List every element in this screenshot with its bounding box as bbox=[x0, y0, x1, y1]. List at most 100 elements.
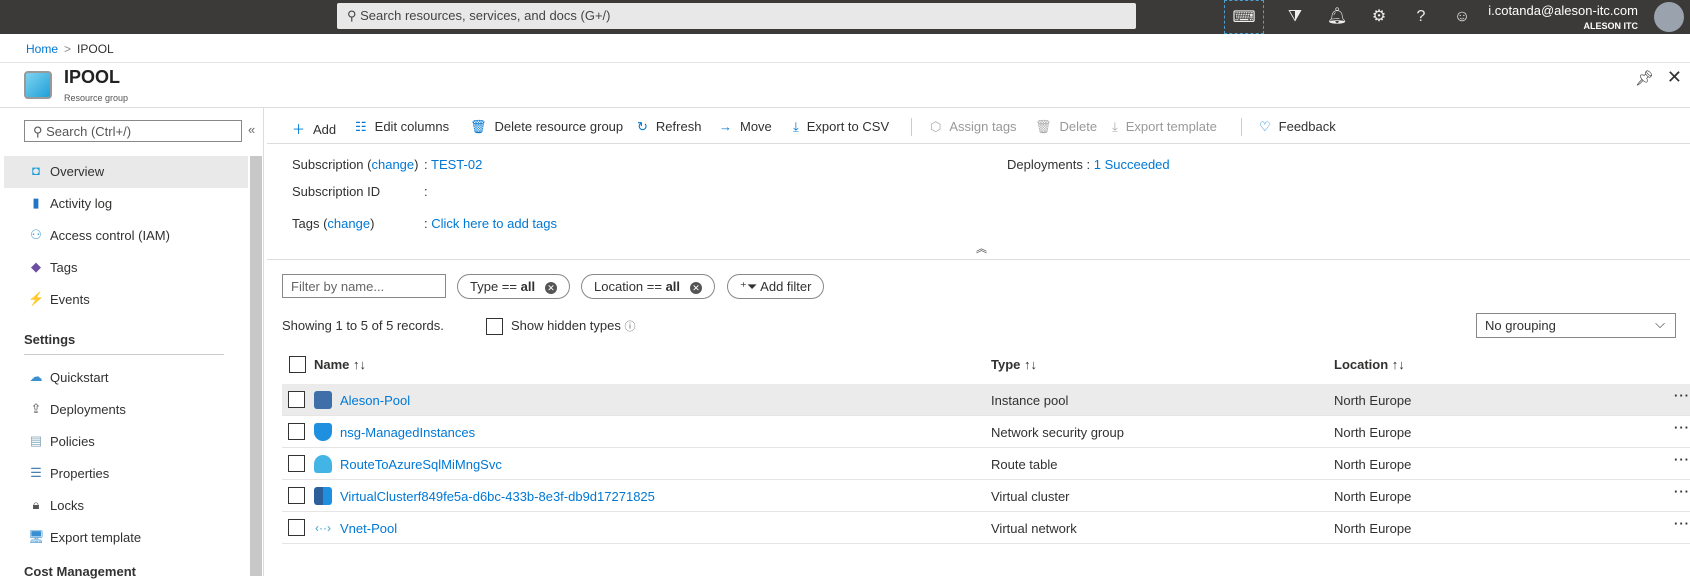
export-template-button[interactable]: ⤓ Export template bbox=[1112, 119, 1217, 135]
more-options-icon[interactable]: ··· bbox=[1674, 484, 1690, 499]
export-csv-button[interactable]: ⤓ Export to CSV bbox=[793, 119, 889, 135]
divider bbox=[911, 118, 912, 136]
trash-icon: 🗑︎ bbox=[470, 119, 487, 134]
refresh-button[interactable]: ↻ Refresh bbox=[637, 119, 701, 135]
upload-icon: ⇪ bbox=[30, 401, 42, 416]
sidebar-item-locks[interactable]: 🔒︎ Locks bbox=[4, 490, 248, 522]
sidebar-item-deployments[interactable]: ⇪ Deployments bbox=[4, 394, 248, 426]
column-header-name[interactable]: Name ↑↓ bbox=[314, 357, 366, 372]
search-icon: ⚲ bbox=[347, 8, 361, 23]
grouping-select[interactable]: No grouping ⌵ bbox=[1476, 313, 1676, 338]
activity-log-icon: ▮ bbox=[32, 195, 40, 210]
column-header-type[interactable]: Type ↑↓ bbox=[991, 357, 1037, 372]
subscription-change-link[interactable]: change bbox=[371, 157, 414, 172]
table-row[interactable]: VirtualClusterf849fe5a-d6bc-433b-8e3f-db… bbox=[282, 480, 1690, 512]
column-header-location[interactable]: Location ↑↓ bbox=[1334, 357, 1405, 372]
info-icon[interactable]: ⓘ bbox=[624, 321, 635, 333]
add-tags-link[interactable]: Click here to add tags bbox=[431, 216, 557, 231]
deployments-link[interactable]: 1 Succeeded bbox=[1094, 157, 1170, 172]
row-checkbox[interactable] bbox=[288, 455, 305, 472]
select-all-checkbox[interactable] bbox=[289, 356, 306, 373]
help-icon[interactable]: ? bbox=[1406, 4, 1436, 30]
overview-icon: ◘ bbox=[32, 163, 40, 178]
type-filter-pill[interactable]: Type == all ✕ bbox=[457, 274, 571, 299]
remove-filter-icon[interactable]: ✕ bbox=[545, 282, 558, 294]
filter-by-name-input[interactable]: Filter by name... bbox=[282, 274, 446, 298]
delete-resource-group-button[interactable]: 🗑︎ Delete resource group bbox=[470, 119, 623, 135]
page-title: IPOOL bbox=[64, 67, 121, 87]
table-row[interactable]: ‹··› Vnet-Pool Virtual network North Europe… bbox=[282, 512, 1690, 544]
show-hidden-types-toggle[interactable]: Show hidden types ⓘ bbox=[486, 318, 635, 336]
tag-icon: ◆ bbox=[31, 259, 41, 274]
delete-button[interactable]: 🗑︎ Delete bbox=[1035, 119, 1097, 135]
add-filter-button[interactable]: ⁺⏷ Add filter bbox=[727, 274, 825, 299]
resource-name-link[interactable]: nsg-ManagedInstances bbox=[340, 425, 475, 440]
sidebar-scrollbar[interactable] bbox=[250, 156, 262, 576]
avatar[interactable] bbox=[1654, 2, 1684, 32]
settings-gear-icon[interactable]: ⚙ bbox=[1364, 4, 1394, 30]
table-row[interactable]: RouteToAzureSqlMiMngSvc Route table North … bbox=[282, 448, 1690, 480]
divider bbox=[24, 354, 224, 355]
global-search-input[interactable]: ⚲ Search resources, services, and docs (… bbox=[337, 3, 1136, 29]
columns-icon: ☷ bbox=[355, 119, 367, 134]
sidebar-item-policies[interactable]: ▤ Policies bbox=[4, 426, 248, 458]
pin-icon[interactable]: 📌︎ bbox=[1635, 69, 1654, 87]
sidebar-item-activity-log[interactable]: ▮ Activity log bbox=[4, 188, 248, 220]
assign-tags-button[interactable]: ⬡ Assign tags bbox=[930, 119, 1017, 135]
breadcrumb-home[interactable]: Home bbox=[26, 42, 58, 56]
location-filter-pill[interactable]: Location == all ✕ bbox=[581, 274, 716, 299]
close-icon[interactable]: ✕ bbox=[1667, 67, 1682, 88]
sidebar-item-tags[interactable]: ◆ Tags bbox=[4, 252, 248, 284]
more-options-icon[interactable]: ··· bbox=[1674, 452, 1690, 467]
resource-name-link[interactable]: VirtualClusterf849fe5a-d6bc-433b-8e3f-db… bbox=[340, 489, 655, 504]
directory-filter-icon[interactable]: ⧩ bbox=[1280, 4, 1310, 30]
virtual-cluster-icon bbox=[314, 487, 332, 505]
tags-change-link[interactable]: change bbox=[327, 216, 370, 231]
resource-name-link[interactable]: Vnet-Pool bbox=[340, 521, 397, 536]
table-row[interactable]: nsg-ManagedInstances Network security gro… bbox=[282, 416, 1690, 448]
resource-group-icon bbox=[24, 71, 52, 99]
subscription-id-colon: : bbox=[424, 184, 428, 199]
row-checkbox[interactable] bbox=[288, 487, 305, 504]
blade-header: IPOOL Resource group 📌︎ ✕ bbox=[0, 62, 1690, 108]
download-icon: ⤓ bbox=[793, 119, 799, 134]
row-checkbox[interactable] bbox=[288, 423, 305, 440]
more-options-icon[interactable]: ··· bbox=[1674, 420, 1690, 435]
resource-name-link[interactable]: Aleson-Pool bbox=[340, 393, 410, 408]
sidebar-search-input[interactable]: ⚲ Search (Ctrl+/) bbox=[24, 120, 242, 142]
sidebar-item-overview[interactable]: ◘ Overview bbox=[4, 156, 248, 188]
feedback-smiley-icon[interactable]: ☺ bbox=[1447, 4, 1477, 30]
breadcrumb-current: IPOOL bbox=[77, 42, 114, 56]
arrow-right-icon: → bbox=[719, 119, 732, 134]
policy-document-icon: ▤ bbox=[29, 433, 43, 448]
heart-icon: ♡ bbox=[1259, 119, 1271, 134]
people-icon: ⚇ bbox=[30, 227, 42, 242]
collapse-essentials-icon[interactable]: ︽ bbox=[976, 240, 987, 256]
notifications-bell-icon[interactable]: 🔔︎ bbox=[1322, 4, 1352, 30]
user-account[interactable]: i.cotanda@aleson-itc.com ALESON ITC bbox=[1488, 3, 1638, 31]
show-hidden-checkbox[interactable] bbox=[486, 318, 503, 336]
cloud-shell-icon[interactable]: ⌨ bbox=[1224, 0, 1264, 34]
sidebar-item-quickstart[interactable]: ☁ Quickstart bbox=[4, 362, 248, 394]
more-options-icon[interactable]: ··· bbox=[1674, 388, 1690, 403]
resource-name-link[interactable]: RouteToAzureSqlMiMngSvc bbox=[340, 457, 502, 472]
subscription-link[interactable]: TEST-02 bbox=[431, 157, 482, 172]
add-button[interactable]: ＋ Add bbox=[292, 119, 336, 138]
feedback-button[interactable]: ♡ Feedback bbox=[1259, 119, 1336, 135]
subscription-id-label: Subscription ID bbox=[292, 184, 381, 199]
download-icon: ⤓ bbox=[1112, 119, 1118, 134]
tag-icon: ⬡ bbox=[930, 119, 942, 134]
move-button[interactable]: → Move bbox=[719, 119, 772, 134]
sidebar-item-access-control[interactable]: ⚇ Access control (IAM) bbox=[4, 220, 248, 252]
sidebar-item-export-template[interactable]: 🖥︎ Export template bbox=[4, 522, 248, 554]
sidebar-item-properties[interactable]: ☰ Properties bbox=[4, 458, 248, 490]
row-checkbox[interactable] bbox=[288, 519, 305, 536]
collapse-sidebar-icon[interactable]: « bbox=[248, 122, 255, 137]
sidebar-item-events[interactable]: ⚡ Events bbox=[4, 284, 248, 316]
row-checkbox[interactable] bbox=[288, 391, 305, 408]
more-options-icon[interactable]: ··· bbox=[1674, 516, 1690, 531]
remove-filter-icon[interactable]: ✕ bbox=[690, 282, 703, 294]
table-row[interactable]: Aleson-Pool Instance pool North Europe ··· bbox=[282, 384, 1690, 416]
command-bar: ＋ Add ☷ Edit columns 🗑︎ Delete resource gro… bbox=[267, 110, 1690, 144]
edit-columns-button[interactable]: ☷ Edit columns bbox=[355, 119, 449, 135]
